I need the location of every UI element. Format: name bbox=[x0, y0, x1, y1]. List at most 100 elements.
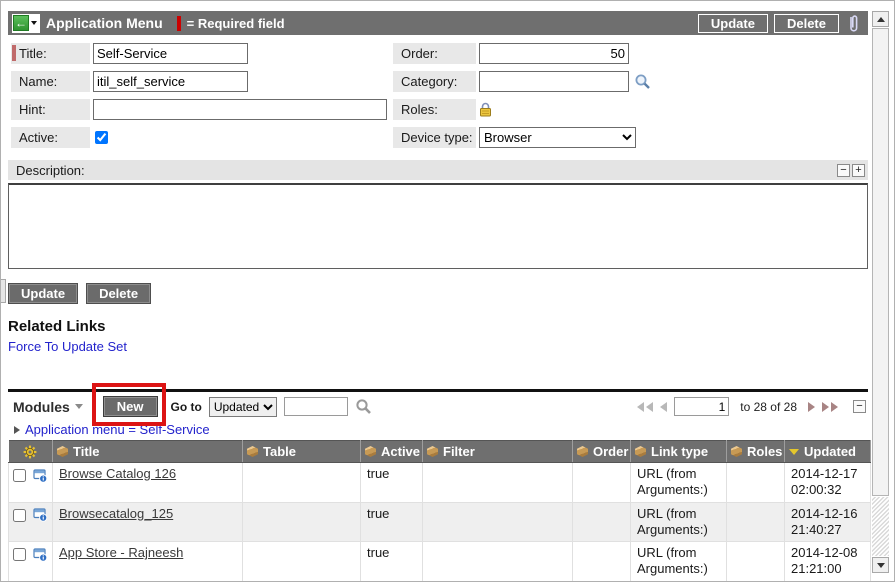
table-row: Browsecatalog_125 true URL (from Argumen… bbox=[9, 502, 871, 542]
delete-button-top[interactable]: Delete bbox=[774, 14, 839, 33]
order-field[interactable] bbox=[479, 43, 629, 64]
category-field[interactable] bbox=[479, 71, 629, 92]
required-field-marker-icon bbox=[177, 16, 181, 31]
description-grow-icon[interactable]: + bbox=[852, 164, 865, 177]
row-select-checkbox[interactable] bbox=[13, 548, 26, 561]
force-to-update-set-link[interactable]: Force To Update Set bbox=[8, 339, 127, 354]
field-cube-icon bbox=[635, 446, 646, 457]
vertical-scrollbar[interactable] bbox=[872, 11, 889, 573]
current-page-input[interactable] bbox=[674, 397, 729, 416]
modules-table: Title Table Active Filter Order Link typ… bbox=[8, 440, 871, 582]
update-button-bottom[interactable]: Update bbox=[8, 283, 78, 304]
cell-table bbox=[243, 463, 361, 503]
description-shrink-icon[interactable]: − bbox=[837, 164, 850, 177]
column-header-table[interactable]: Table bbox=[243, 441, 361, 463]
list-mechanic-header[interactable] bbox=[9, 441, 53, 463]
record-preview-icon[interactable] bbox=[33, 508, 48, 522]
scrollbar-thumb[interactable] bbox=[872, 28, 889, 496]
breadcrumb-filter-link[interactable]: Application menu = Self-Service bbox=[25, 422, 210, 437]
column-header-link-type[interactable]: Link type bbox=[631, 441, 727, 463]
cell-table bbox=[243, 542, 361, 582]
module-title-link[interactable]: Browse Catalog 126 bbox=[59, 466, 176, 481]
table-header-row: Title Table Active Filter Order Link typ… bbox=[9, 441, 871, 463]
back-button[interactable]: ← bbox=[12, 14, 40, 33]
column-header-updated[interactable]: Updated bbox=[785, 441, 871, 463]
order-field-label: Order: bbox=[393, 43, 476, 64]
cell-link-type: URL (from Arguments:) bbox=[631, 542, 727, 582]
list-mechanic-gear-icon[interactable] bbox=[23, 445, 37, 459]
cell-active: true bbox=[361, 542, 423, 582]
roles-field-label: Roles: bbox=[393, 99, 476, 120]
scroll-up-arrow-icon bbox=[877, 17, 885, 22]
field-cube-icon bbox=[577, 446, 588, 457]
frame-splitter-handle[interactable] bbox=[1, 279, 6, 303]
modules-menu-chevron-down-icon bbox=[75, 404, 83, 409]
column-header-filter[interactable]: Filter bbox=[423, 441, 573, 463]
table-row: Browse Catalog 126 true URL (from Argume… bbox=[9, 463, 871, 503]
description-label: Description: bbox=[16, 163, 85, 178]
record-preview-icon[interactable] bbox=[33, 548, 48, 562]
description-section-bar: Description: − + bbox=[8, 160, 868, 180]
page-title: Application Menu bbox=[46, 15, 163, 31]
goto-field-select[interactable]: Updated bbox=[209, 397, 277, 417]
cell-order bbox=[573, 502, 631, 542]
attachment-paperclip-icon[interactable] bbox=[847, 14, 860, 33]
row-range-text: to 28 of 28 bbox=[740, 400, 797, 414]
module-title-link[interactable]: Browsecatalog_125 bbox=[59, 506, 173, 521]
scroll-down-button[interactable] bbox=[872, 557, 889, 573]
field-cube-icon bbox=[731, 446, 742, 457]
delete-button-bottom[interactable]: Delete bbox=[86, 283, 151, 304]
new-module-button[interactable]: New bbox=[103, 396, 158, 417]
record-form: Title: Order: Name: Category: bbox=[8, 43, 868, 148]
modules-list-title[interactable]: Modules bbox=[13, 399, 83, 415]
main-content: ← Application Menu = Required field Upda… bbox=[8, 11, 868, 582]
active-field-label: Active: bbox=[11, 127, 90, 148]
field-cube-icon bbox=[427, 446, 438, 457]
row-select-checkbox[interactable] bbox=[13, 469, 26, 482]
cell-updated: 2014-12-16 21:40:27 bbox=[785, 502, 871, 542]
cell-link-type: URL (from Arguments:) bbox=[631, 463, 727, 503]
device-type-field-label: Device type: bbox=[393, 127, 476, 148]
column-header-order[interactable]: Order bbox=[573, 441, 631, 463]
list-search-icon[interactable] bbox=[355, 398, 372, 415]
name-field[interactable] bbox=[93, 71, 248, 92]
scroll-up-button[interactable] bbox=[872, 11, 889, 27]
hint-field[interactable] bbox=[93, 99, 387, 120]
column-header-active[interactable]: Active bbox=[361, 441, 423, 463]
goto-label: Go to bbox=[171, 400, 202, 414]
device-type-select[interactable]: Browser bbox=[479, 127, 636, 148]
cell-order bbox=[573, 463, 631, 503]
column-header-title[interactable]: Title bbox=[53, 441, 243, 463]
cell-filter bbox=[423, 542, 573, 582]
field-cube-icon bbox=[365, 446, 376, 457]
description-textarea[interactable] bbox=[8, 183, 868, 269]
module-title-link[interactable]: App Store - Rajneesh bbox=[59, 545, 183, 560]
update-button-top[interactable]: Update bbox=[698, 14, 768, 33]
list-search-input[interactable] bbox=[284, 397, 348, 416]
column-header-roles[interactable]: Roles bbox=[727, 441, 785, 463]
record-preview-icon[interactable] bbox=[33, 469, 48, 483]
form-header-bar: ← Application Menu = Required field Upda… bbox=[8, 11, 868, 35]
field-cube-icon bbox=[57, 446, 68, 457]
list-collapse-icon[interactable]: − bbox=[853, 400, 866, 413]
back-menu-chevron-down-icon bbox=[31, 21, 37, 25]
field-cube-icon bbox=[247, 446, 258, 457]
next-page-button[interactable] bbox=[808, 402, 815, 412]
cell-roles bbox=[727, 542, 785, 582]
sort-descending-icon bbox=[789, 449, 799, 455]
category-field-label: Category: bbox=[393, 71, 476, 92]
previous-page-button[interactable] bbox=[660, 402, 667, 412]
first-page-button[interactable] bbox=[637, 402, 653, 412]
roles-lock-icon[interactable] bbox=[479, 102, 492, 117]
related-links-heading: Related Links bbox=[8, 318, 868, 335]
scrollbar-track[interactable] bbox=[872, 497, 889, 556]
cell-filter bbox=[423, 502, 573, 542]
cell-roles bbox=[727, 463, 785, 503]
active-checkbox[interactable] bbox=[95, 131, 108, 144]
last-page-button[interactable] bbox=[822, 402, 838, 412]
row-select-checkbox[interactable] bbox=[13, 509, 26, 522]
title-field[interactable] bbox=[93, 43, 248, 64]
cell-active: true bbox=[361, 463, 423, 503]
application-menu-window: ← Application Menu = Required field Upda… bbox=[0, 0, 895, 582]
category-lookup-icon[interactable] bbox=[634, 73, 651, 90]
